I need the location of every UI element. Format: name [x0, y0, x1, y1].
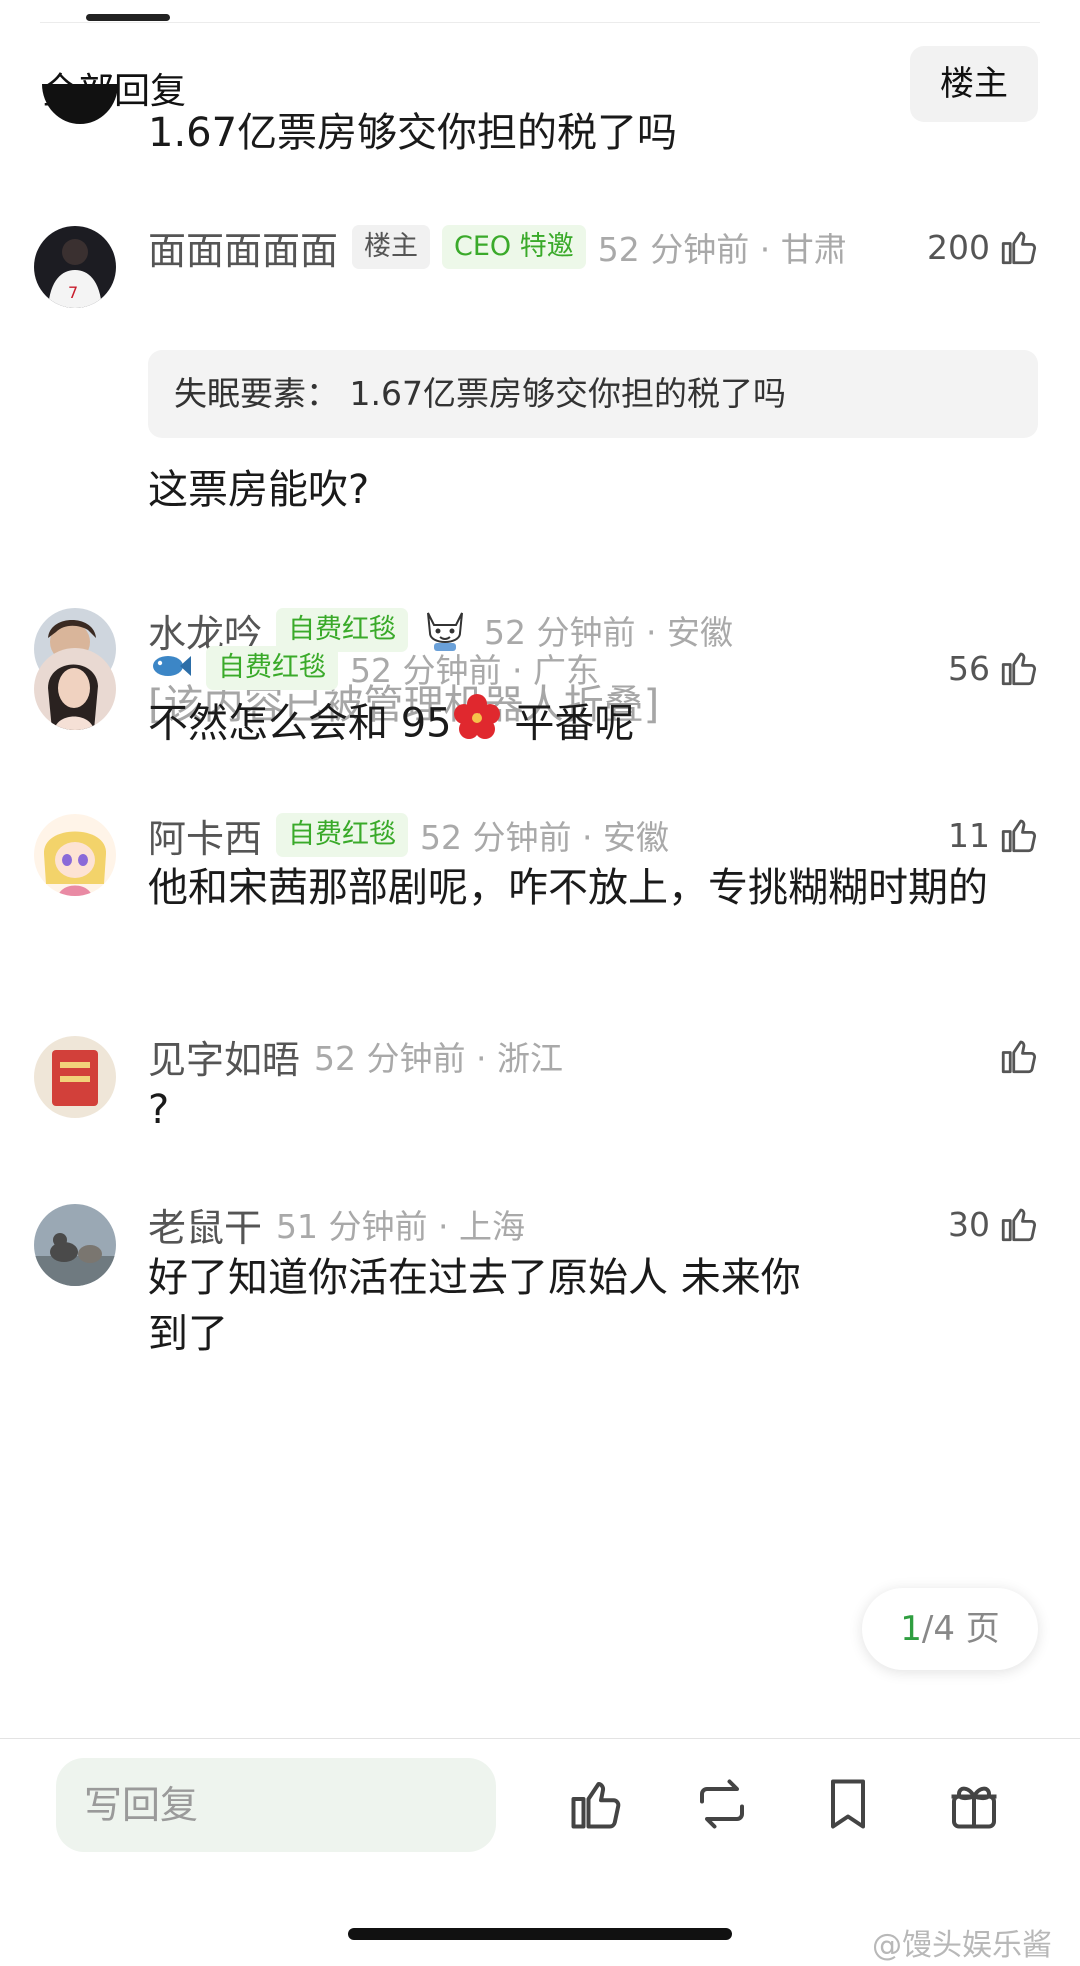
avatar[interactable] — [34, 1204, 116, 1286]
like-count: 200 — [927, 227, 990, 267]
bottom-divider — [0, 1738, 1080, 1739]
username[interactable]: 阿卡西 — [148, 808, 262, 863]
ceo-badge: CEO 特邀 — [442, 225, 586, 269]
reply-input[interactable]: 写回复 — [56, 1758, 496, 1852]
like-post-button[interactable] — [566, 1774, 626, 1838]
comment-meta: 见字如晤 52 分钟前 · 浙江 — [148, 1030, 563, 1082]
thumbs-up-icon — [1001, 231, 1037, 265]
thumbs-up-icon — [571, 1782, 621, 1829]
fish-emoji-icon — [148, 646, 192, 690]
page-indicator[interactable]: 1/4 页 — [862, 1588, 1038, 1670]
svg-text:7: 7 — [68, 283, 78, 302]
repost-button[interactable] — [692, 1774, 752, 1838]
like-count: 30 — [948, 1204, 990, 1244]
quoted-reply[interactable]: 失眠要素： 1.67亿票房够交你担的税了吗 — [148, 350, 1038, 438]
comment-text: 这票房能吹? — [148, 467, 370, 513]
comment-text: 他和宋茜那部剧呢，咋不放上，专挑糊糊时期的 — [148, 865, 988, 911]
total-pages: /4 页 — [921, 1609, 1000, 1649]
username[interactable]: 见字如晤 — [148, 1029, 300, 1084]
comment-text: 1.67亿票房够交你担的税了吗 — [148, 110, 678, 156]
like-count: 11 — [948, 815, 990, 855]
op-badge: 楼主 — [352, 225, 431, 269]
username[interactable]: 面面面面面 — [148, 220, 338, 275]
timestamp-location: 52 分钟前 · 广东 — [350, 651, 599, 690]
home-indicator — [348, 1928, 732, 1940]
comment-meta: 面面面面面 楼主 CEO 特邀 52 分钟前 · 甘肃 — [148, 221, 847, 273]
current-page: 1 — [900, 1609, 922, 1649]
timestamp-location: 51 分钟前 · 上海 — [276, 1207, 525, 1246]
avatar[interactable] — [34, 1036, 116, 1118]
reply-placeholder: 写回复 — [84, 1783, 199, 1827]
comment-text-part: 平番呢 — [501, 700, 635, 747]
quote-text: 失眠要素： 1.67亿票房够交你担的税了吗 — [174, 374, 786, 413]
like-button[interactable]: 56 — [948, 642, 1040, 694]
comment-text: 不然怎么会和 95 平番呢 — [148, 692, 1018, 759]
avatar[interactable] — [42, 84, 118, 124]
like-count: 56 — [948, 648, 990, 688]
bookmark-icon — [831, 1779, 865, 1829]
thumbs-up-icon — [1001, 1208, 1037, 1242]
badge: 自费红毯 — [206, 646, 338, 690]
bookmark-button[interactable] — [818, 1774, 878, 1838]
avatar[interactable] — [34, 814, 116, 896]
repost-icon — [700, 1779, 744, 1829]
comment-text: 好了知道你活在过去了原始人 未来你 — [148, 1255, 801, 1301]
tab-indicator — [86, 14, 170, 21]
thumbs-up-icon — [1001, 652, 1037, 686]
watermark: @馒头娱乐酱 — [872, 1928, 1052, 1963]
top-divider — [40, 22, 1040, 23]
avatar[interactable]: 7 — [34, 226, 116, 308]
thumbs-up-icon — [1001, 819, 1037, 853]
comment-meta: 老鼠干 51 分钟前 · 上海 — [148, 1198, 525, 1250]
like-button[interactable]: 11 — [948, 809, 1040, 861]
avatar[interactable] — [34, 648, 116, 730]
comment-text-continued: 到了 — [148, 1311, 228, 1357]
username[interactable]: 老鼠干 — [148, 1197, 262, 1252]
gift-button[interactable] — [944, 1774, 1004, 1838]
comment-meta: 阿卡西 自费红毯 52 分钟前 · 安徽 — [148, 809, 669, 861]
comment-meta: 自费红毯 52 分钟前 · 广东 — [148, 642, 599, 694]
like-button[interactable]: 30 — [948, 1198, 1040, 1250]
thumbs-up-icon — [1001, 1040, 1037, 1074]
comment-text-part: 不然怎么会和 95 — [148, 700, 452, 747]
timestamp-location: 52 分钟前 · 浙江 — [314, 1039, 563, 1078]
like-button[interactable]: 200 — [927, 221, 1040, 273]
timestamp-location: 52 分钟前 · 甘肃 — [597, 230, 847, 269]
comment-text: ? — [148, 1087, 170, 1133]
like-button[interactable] — [990, 1030, 1040, 1082]
badge: 自费红毯 — [276, 813, 409, 857]
timestamp-location: 52 分钟前 · 安徽 — [420, 818, 669, 857]
hibiscus-emoji-icon — [452, 692, 502, 759]
gift-icon — [951, 1786, 997, 1829]
